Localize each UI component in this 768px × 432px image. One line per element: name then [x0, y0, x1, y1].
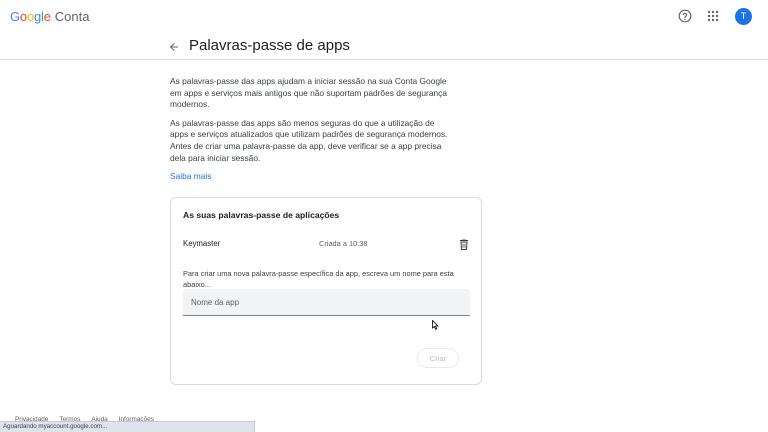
- create-button[interactable]: Criar: [417, 348, 459, 368]
- help-circle-icon[interactable]: [676, 7, 694, 25]
- wordmark-letter: g: [33, 9, 42, 24]
- apps-grid-icon[interactable]: [704, 7, 722, 25]
- learn-more-link[interactable]: Saiba mais: [170, 171, 211, 183]
- intro-paragraph-2: As palavras-passe das apps são menos seg…: [170, 117, 448, 163]
- intro-section: As palavras-passe das apps ajudam a inic…: [170, 76, 450, 183]
- intro-paragraph-1: As palavras-passe das apps ajudam a inic…: [170, 76, 448, 110]
- wordmark-letter: o: [26, 9, 34, 24]
- password-created: Criada a 10:38: [319, 239, 368, 248]
- google-wordmark-text: Google: [10, 9, 51, 24]
- wordmark-letter: G: [10, 9, 20, 24]
- app-passwords-card: As suas palavras-passe de aplicações Key…: [170, 197, 482, 385]
- google-wordmark: Google: [10, 9, 51, 24]
- card-title: As suas palavras-passe de aplicações: [183, 210, 340, 220]
- password-name: Keymaster: [183, 239, 221, 248]
- mouse-pointer-icon: [432, 317, 439, 335]
- product-name: Conta: [54, 9, 90, 24]
- browser-status-bar: Aguardando myaccount.google.com...: [0, 421, 255, 432]
- google-account-logo[interactable]: Google Conta: [10, 9, 89, 24]
- arrow-back-icon[interactable]: [166, 39, 182, 55]
- create-instructions: Para criar uma nova palavra-passe especí…: [183, 269, 454, 289]
- top-bar: Google Conta T: [0, 0, 768, 33]
- password-row: Keymaster Criada a 10:38: [183, 237, 471, 251]
- page-header: Palavras-passe de apps: [0, 33, 768, 60]
- wordmark-letter: e: [43, 9, 51, 24]
- page-title: Palavras-passe de apps: [189, 37, 350, 54]
- avatar[interactable]: T: [735, 7, 752, 25]
- trash-icon[interactable]: [457, 237, 471, 251]
- app-name-input[interactable]: [183, 289, 470, 316]
- wordmark-letter: o: [19, 9, 27, 24]
